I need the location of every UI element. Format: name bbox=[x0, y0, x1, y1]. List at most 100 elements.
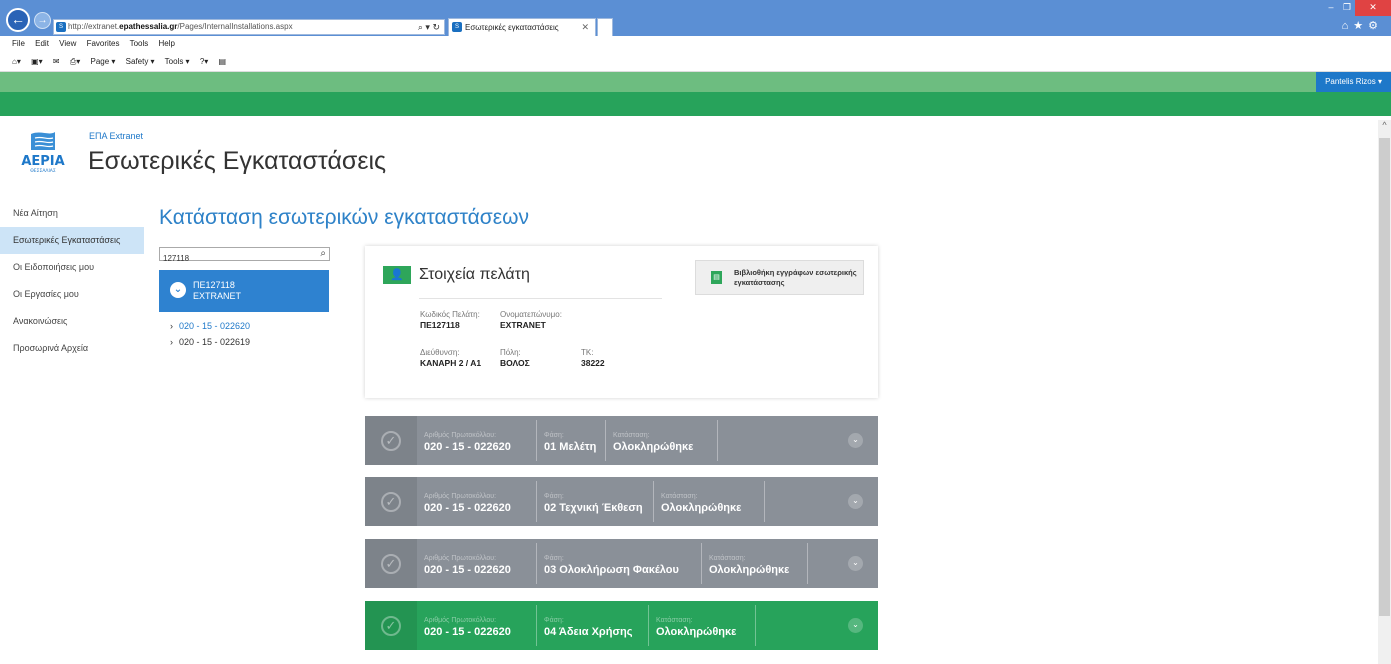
scroll-up-arrow-icon[interactable]: ^ bbox=[1378, 120, 1391, 134]
phase-name-field: Φάση: 03 Ολοκλήρωση Φακέλου bbox=[537, 539, 702, 588]
phase-row-04[interactable]: ✓ Αριθμός Πρωτοκόλλου: 020 - 15 - 022620… bbox=[365, 601, 878, 650]
phase-check-column: ✓ bbox=[365, 539, 417, 588]
phase-protocol-field: Αριθμός Πρωτοκόλλου: 020 - 15 - 022620 bbox=[417, 539, 537, 588]
menu-favorites[interactable]: Favorites bbox=[87, 39, 120, 48]
address-value: ΚΑΝΑΡΗ 2 / Α1 bbox=[420, 358, 482, 368]
protocol-item[interactable]: › 020 - 15 - 022619 bbox=[170, 335, 250, 351]
customer-search-input[interactable] bbox=[160, 252, 310, 265]
check-circle-icon: ✓ bbox=[381, 554, 401, 574]
menu-help[interactable]: Help bbox=[159, 39, 175, 48]
phase-field-value: 03 Ολοκλήρωση Φακέλου bbox=[544, 564, 679, 576]
chevron-down-icon[interactable]: ⌄ bbox=[170, 282, 186, 298]
restore-icon[interactable]: ❐ bbox=[1339, 0, 1355, 16]
feeds-icon[interactable]: ▣▾ bbox=[31, 57, 43, 66]
menu-view[interactable]: View bbox=[59, 39, 76, 48]
protocol-list: › 020 - 15 - 022620 › 020 - 15 - 022619 bbox=[170, 319, 250, 351]
city-label: Πόλη: bbox=[500, 348, 521, 357]
phase-name-field: Φάση: 01 Μελέτη bbox=[537, 416, 606, 465]
address-search-refresh-icons[interactable]: ⌕ ▾ ↻ bbox=[418, 20, 440, 34]
gear-icon[interactable]: ⚙ bbox=[1368, 20, 1383, 32]
customer-name: EXTRANET bbox=[193, 291, 242, 301]
tools-menu[interactable]: Tools ▾ bbox=[165, 57, 190, 66]
safety-menu[interactable]: Safety ▾ bbox=[126, 57, 155, 66]
print-icon[interactable]: ⎙▾ bbox=[70, 57, 80, 66]
new-tab-button[interactable] bbox=[597, 18, 613, 36]
zip-value: 38222 bbox=[581, 358, 605, 368]
favorites-star-icon[interactable]: ★ bbox=[1353, 20, 1368, 32]
browser-tab[interactable]: S Εσωτερικές εγκαταστάσεις ✕ bbox=[448, 18, 596, 36]
divider bbox=[419, 298, 662, 299]
search-icon[interactable]: ⌕ bbox=[320, 248, 326, 260]
expand-chevron-icon[interactable]: ⌄ bbox=[848, 618, 863, 633]
phase-row-01[interactable]: ✓ Αριθμός Πρωτοκόλλου: 020 - 15 - 022620… bbox=[365, 416, 878, 465]
customer-name-label: Ονοματεπώνυμο: bbox=[500, 310, 562, 319]
check-circle-icon: ✓ bbox=[381, 431, 401, 451]
phase-field-value: 01 Μελέτη bbox=[544, 441, 597, 453]
aeria-logo[interactable]: ΑΕΡΙΑ ΘΕΣΣΑΛΙΑΣ bbox=[17, 130, 69, 174]
page-menu[interactable]: Page ▾ bbox=[91, 57, 116, 66]
protocol-field-label: Αριθμός Πρωτοκόλλου: bbox=[424, 617, 497, 624]
status-field-value: Ολοκληρώθηκε bbox=[709, 564, 790, 576]
tab-close-icon[interactable]: ✕ bbox=[581, 19, 589, 36]
customer-search: ⌕ bbox=[159, 247, 330, 265]
minimize-icon[interactable]: – bbox=[1323, 0, 1339, 16]
phase-protocol-field: Αριθμός Πρωτοκόλλου: 020 - 15 - 022620 bbox=[417, 601, 537, 650]
phase-protocol-field: Αριθμός Πρωτοκόλλου: 020 - 15 - 022620 bbox=[417, 477, 537, 526]
menu-file[interactable]: File bbox=[12, 39, 25, 48]
site-link[interactable]: ΕΠΑ Extranet bbox=[89, 131, 143, 141]
expand-chevron-icon[interactable]: ⌄ bbox=[848, 494, 863, 509]
check-circle-icon: ✓ bbox=[381, 492, 401, 512]
back-arrow-icon[interactable]: ← bbox=[6, 8, 30, 32]
page-title: Εσωτερικές Εγκαταστάσεις bbox=[88, 147, 387, 175]
help-icon[interactable]: ?▾ bbox=[200, 57, 208, 66]
browser-command-bar: ⌂▾ ▣▾ ✉ ⎙▾ Page ▾ Safety ▾ Tools ▾ ?▾ ▤ bbox=[0, 52, 1391, 72]
protocol-item[interactable]: › 020 - 15 - 022620 bbox=[170, 319, 250, 335]
expand-chevron-icon[interactable]: ⌄ bbox=[848, 556, 863, 571]
nav-item-temp-files[interactable]: Προσωρινά Αρχεία bbox=[0, 335, 144, 362]
url-path: /Pages/InternalInstallations.aspx bbox=[177, 22, 293, 31]
chevron-right-icon: › bbox=[170, 321, 173, 331]
phase-status-field: Κατάσταση: Ολοκληρώθηκε bbox=[702, 539, 808, 588]
protocol-field-label: Αριθμός Πρωτοκόλλου: bbox=[424, 555, 497, 562]
phase-field-label: Φάση: bbox=[544, 555, 564, 562]
protocol-field-value: 020 - 15 - 022620 bbox=[424, 502, 511, 514]
nav-item-announcements[interactable]: Ανακοινώσεις bbox=[0, 308, 144, 335]
nav-item-tasks[interactable]: Οι Εργασίες μου bbox=[0, 281, 144, 308]
field-divider bbox=[717, 420, 718, 461]
customer-panel-title: Στοιχεία πελάτη bbox=[419, 266, 530, 283]
scroll-thumb[interactable] bbox=[1379, 138, 1390, 616]
field-divider bbox=[764, 481, 765, 522]
nav-item-new-request[interactable]: Νέα Αίτηση bbox=[0, 200, 144, 227]
menu-tools[interactable]: Tools bbox=[130, 39, 149, 48]
phase-check-column: ✓ bbox=[365, 601, 417, 650]
protocol-field-label: Αριθμός Πρωτοκόλλου: bbox=[424, 432, 497, 439]
address-bar[interactable]: S http://extranet.epathessalia.gr/Pages/… bbox=[53, 19, 445, 35]
nav-item-internal-installations[interactable]: Εσωτερικές Εγκαταστάσεις bbox=[0, 227, 144, 254]
menu-edit[interactable]: Edit bbox=[35, 39, 49, 48]
selected-customer-card[interactable]: ⌄ ΠΕ127118 EXTRANET bbox=[159, 270, 329, 312]
phase-field-label: Φάση: bbox=[544, 493, 564, 500]
mail-icon[interactable]: ✉ bbox=[53, 57, 60, 66]
phase-check-column: ✓ bbox=[365, 477, 417, 526]
nav-item-notifications[interactable]: Οι Ειδοποιήσεις μου bbox=[0, 254, 144, 281]
page-scrollbar[interactable]: ^ bbox=[1378, 120, 1391, 664]
customer-code-label: Κωδικός Πελάτη: bbox=[420, 310, 480, 319]
expand-chevron-icon[interactable]: ⌄ bbox=[848, 433, 863, 448]
forward-arrow-icon[interactable]: → bbox=[34, 12, 51, 29]
phase-protocol-field: Αριθμός Πρωτοκόλλου: 020 - 15 - 022620 bbox=[417, 416, 537, 465]
customer-details-panel: 👤 Στοιχεία πελάτη ▤ Βιβλιοθήκη εγγράφων … bbox=[365, 246, 878, 398]
customer-name-value: EXTRANET bbox=[500, 320, 546, 330]
home-icon[interactable]: ⌂ bbox=[1342, 20, 1354, 32]
status-field-label: Κατάσταση: bbox=[661, 493, 698, 500]
phase-field-label: Φάση: bbox=[544, 617, 564, 624]
phase-row-02[interactable]: ✓ Αριθμός Πρωτοκόλλου: 020 - 15 - 022620… bbox=[365, 477, 878, 526]
home-small-icon[interactable]: ⌂▾ bbox=[12, 57, 21, 66]
user-menu[interactable]: Pantelis Rizos ▾ bbox=[1316, 72, 1391, 92]
status-field-label: Κατάσταση: bbox=[656, 617, 693, 624]
close-window-icon[interactable]: ✕ bbox=[1355, 0, 1391, 16]
document-library-button[interactable]: ▤ Βιβλιοθήκη εγγράφων εσωτερικής εγκατάσ… bbox=[695, 260, 864, 295]
phase-row-03[interactable]: ✓ Αριθμός Πρωτοκόλλου: 020 - 15 - 022620… bbox=[365, 539, 878, 588]
research-icon[interactable]: ▤ bbox=[219, 57, 227, 66]
check-circle-icon: ✓ bbox=[381, 616, 401, 636]
phase-field-label: Φάση: bbox=[544, 432, 564, 439]
